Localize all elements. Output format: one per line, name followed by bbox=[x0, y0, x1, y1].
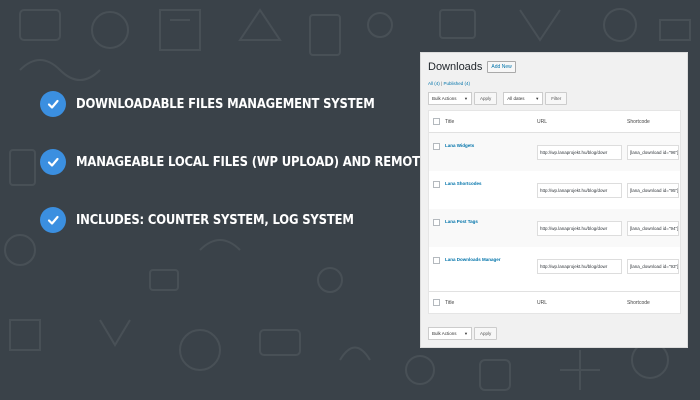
table-header: Title URL Shortcode bbox=[429, 111, 680, 133]
url-field[interactable]: http://wp.lanaprojekt.hu/blog/dowr bbox=[537, 145, 622, 160]
feature-item: Includes: Counter system, Log system bbox=[40, 202, 420, 238]
column-url-footer: URL bbox=[537, 299, 548, 306]
bulk-actions-label: Bulk Actions bbox=[432, 331, 457, 336]
column-title-footer[interactable]: Title bbox=[445, 300, 454, 306]
caret-down-icon: ▼ bbox=[464, 331, 468, 336]
row-checkbox[interactable] bbox=[433, 181, 440, 188]
shortcode-field[interactable]: [lana_download id="94"] bbox=[627, 221, 679, 236]
downloads-table: Title URL Shortcode Lana Widgets http://… bbox=[428, 110, 681, 314]
select-all-checkbox[interactable] bbox=[433, 118, 440, 125]
row-checkbox[interactable] bbox=[433, 219, 440, 226]
row-checkbox[interactable] bbox=[433, 257, 440, 264]
column-url-header: URL bbox=[537, 118, 548, 125]
column-shortcode-footer: Shortcode bbox=[627, 299, 650, 306]
feature-text: Downloadable files management system bbox=[76, 96, 375, 112]
select-all-checkbox-footer[interactable] bbox=[433, 299, 440, 306]
row-title-link[interactable]: Lana Downloads Manager bbox=[445, 257, 501, 262]
bulk-actions-label: Bulk Actions bbox=[432, 96, 457, 101]
caret-down-icon: ▼ bbox=[464, 96, 468, 101]
filter-published-link[interactable]: Published (4) bbox=[443, 81, 470, 86]
top-tablenav: Bulk Actions ▼ Apply All dates ▼ Filter bbox=[428, 92, 568, 105]
row-title-link[interactable]: Lana Shortcodes bbox=[445, 181, 482, 186]
table-footer: Title URL Shortcode bbox=[429, 291, 680, 313]
page-title: Downloads bbox=[428, 61, 483, 73]
shortcode-field[interactable]: [lana_download id="96"] bbox=[627, 145, 679, 160]
feature-item: Downloadable files management system bbox=[40, 86, 420, 122]
table-row: Lana Downloads Manager http://wp.lanapro… bbox=[429, 247, 680, 285]
caret-down-icon: ▼ bbox=[535, 96, 540, 101]
status-filter-links: All (4) | Published (4) bbox=[428, 81, 470, 86]
table-row: Lana Shortcodes http://wp.lanaprojekt.hu… bbox=[429, 171, 680, 209]
feature-list: Downloadable files management system Man… bbox=[40, 86, 467, 260]
feature-text: Manageable local files (WP upload) and r… bbox=[76, 154, 467, 170]
url-field[interactable]: http://wp.lanaprojekt.hu/blog/dowr bbox=[537, 183, 622, 198]
check-circle-icon bbox=[40, 91, 66, 117]
add-new-button[interactable]: Add New bbox=[487, 61, 516, 73]
url-field[interactable]: http://wp.lanaprojekt.hu/blog/dowr bbox=[537, 259, 622, 274]
filter-all-link[interactable]: All (4) bbox=[428, 81, 440, 86]
shortcode-field[interactable]: [lana_download id="95"] bbox=[627, 183, 679, 198]
check-circle-icon bbox=[40, 207, 66, 233]
shortcode-field[interactable]: [lana_download id="93"] bbox=[627, 259, 679, 274]
feature-item: Manageable local files (WP upload) and r… bbox=[40, 144, 467, 180]
feature-text: Includes: Counter system, Log system bbox=[76, 212, 354, 228]
table-row: Lana Widgets http://wp.lanaprojekt.hu/bl… bbox=[429, 133, 680, 171]
column-shortcode-header: Shortcode bbox=[627, 118, 650, 125]
row-checkbox[interactable] bbox=[433, 143, 440, 150]
bulk-actions-select[interactable]: Bulk Actions ▼ bbox=[428, 92, 472, 105]
column-title-header[interactable]: Title bbox=[445, 119, 454, 125]
apply-button-bottom[interactable]: Apply bbox=[474, 327, 498, 340]
table-row: Lana Post Tags http://wp.lanaprojekt.hu/… bbox=[429, 209, 680, 247]
wp-header: Downloads Add New bbox=[428, 61, 516, 73]
wp-admin-screenshot: Downloads Add New All (4) | Published (4… bbox=[420, 52, 688, 348]
row-title-link[interactable]: Lana Widgets bbox=[445, 143, 474, 148]
check-circle-icon bbox=[40, 149, 66, 175]
url-field[interactable]: http://wp.lanaprojekt.hu/blog/dowr bbox=[537, 221, 622, 236]
apply-button[interactable]: Apply bbox=[474, 92, 498, 105]
bulk-actions-select-bottom[interactable]: Bulk Actions ▼ bbox=[428, 327, 472, 340]
bottom-tablenav: Bulk Actions ▼ Apply bbox=[428, 327, 498, 340]
filter-button[interactable]: Filter bbox=[545, 92, 568, 105]
dates-label: All dates bbox=[507, 96, 525, 101]
dates-select[interactable]: All dates ▼ bbox=[503, 92, 544, 105]
row-title-link[interactable]: Lana Post Tags bbox=[445, 219, 478, 224]
